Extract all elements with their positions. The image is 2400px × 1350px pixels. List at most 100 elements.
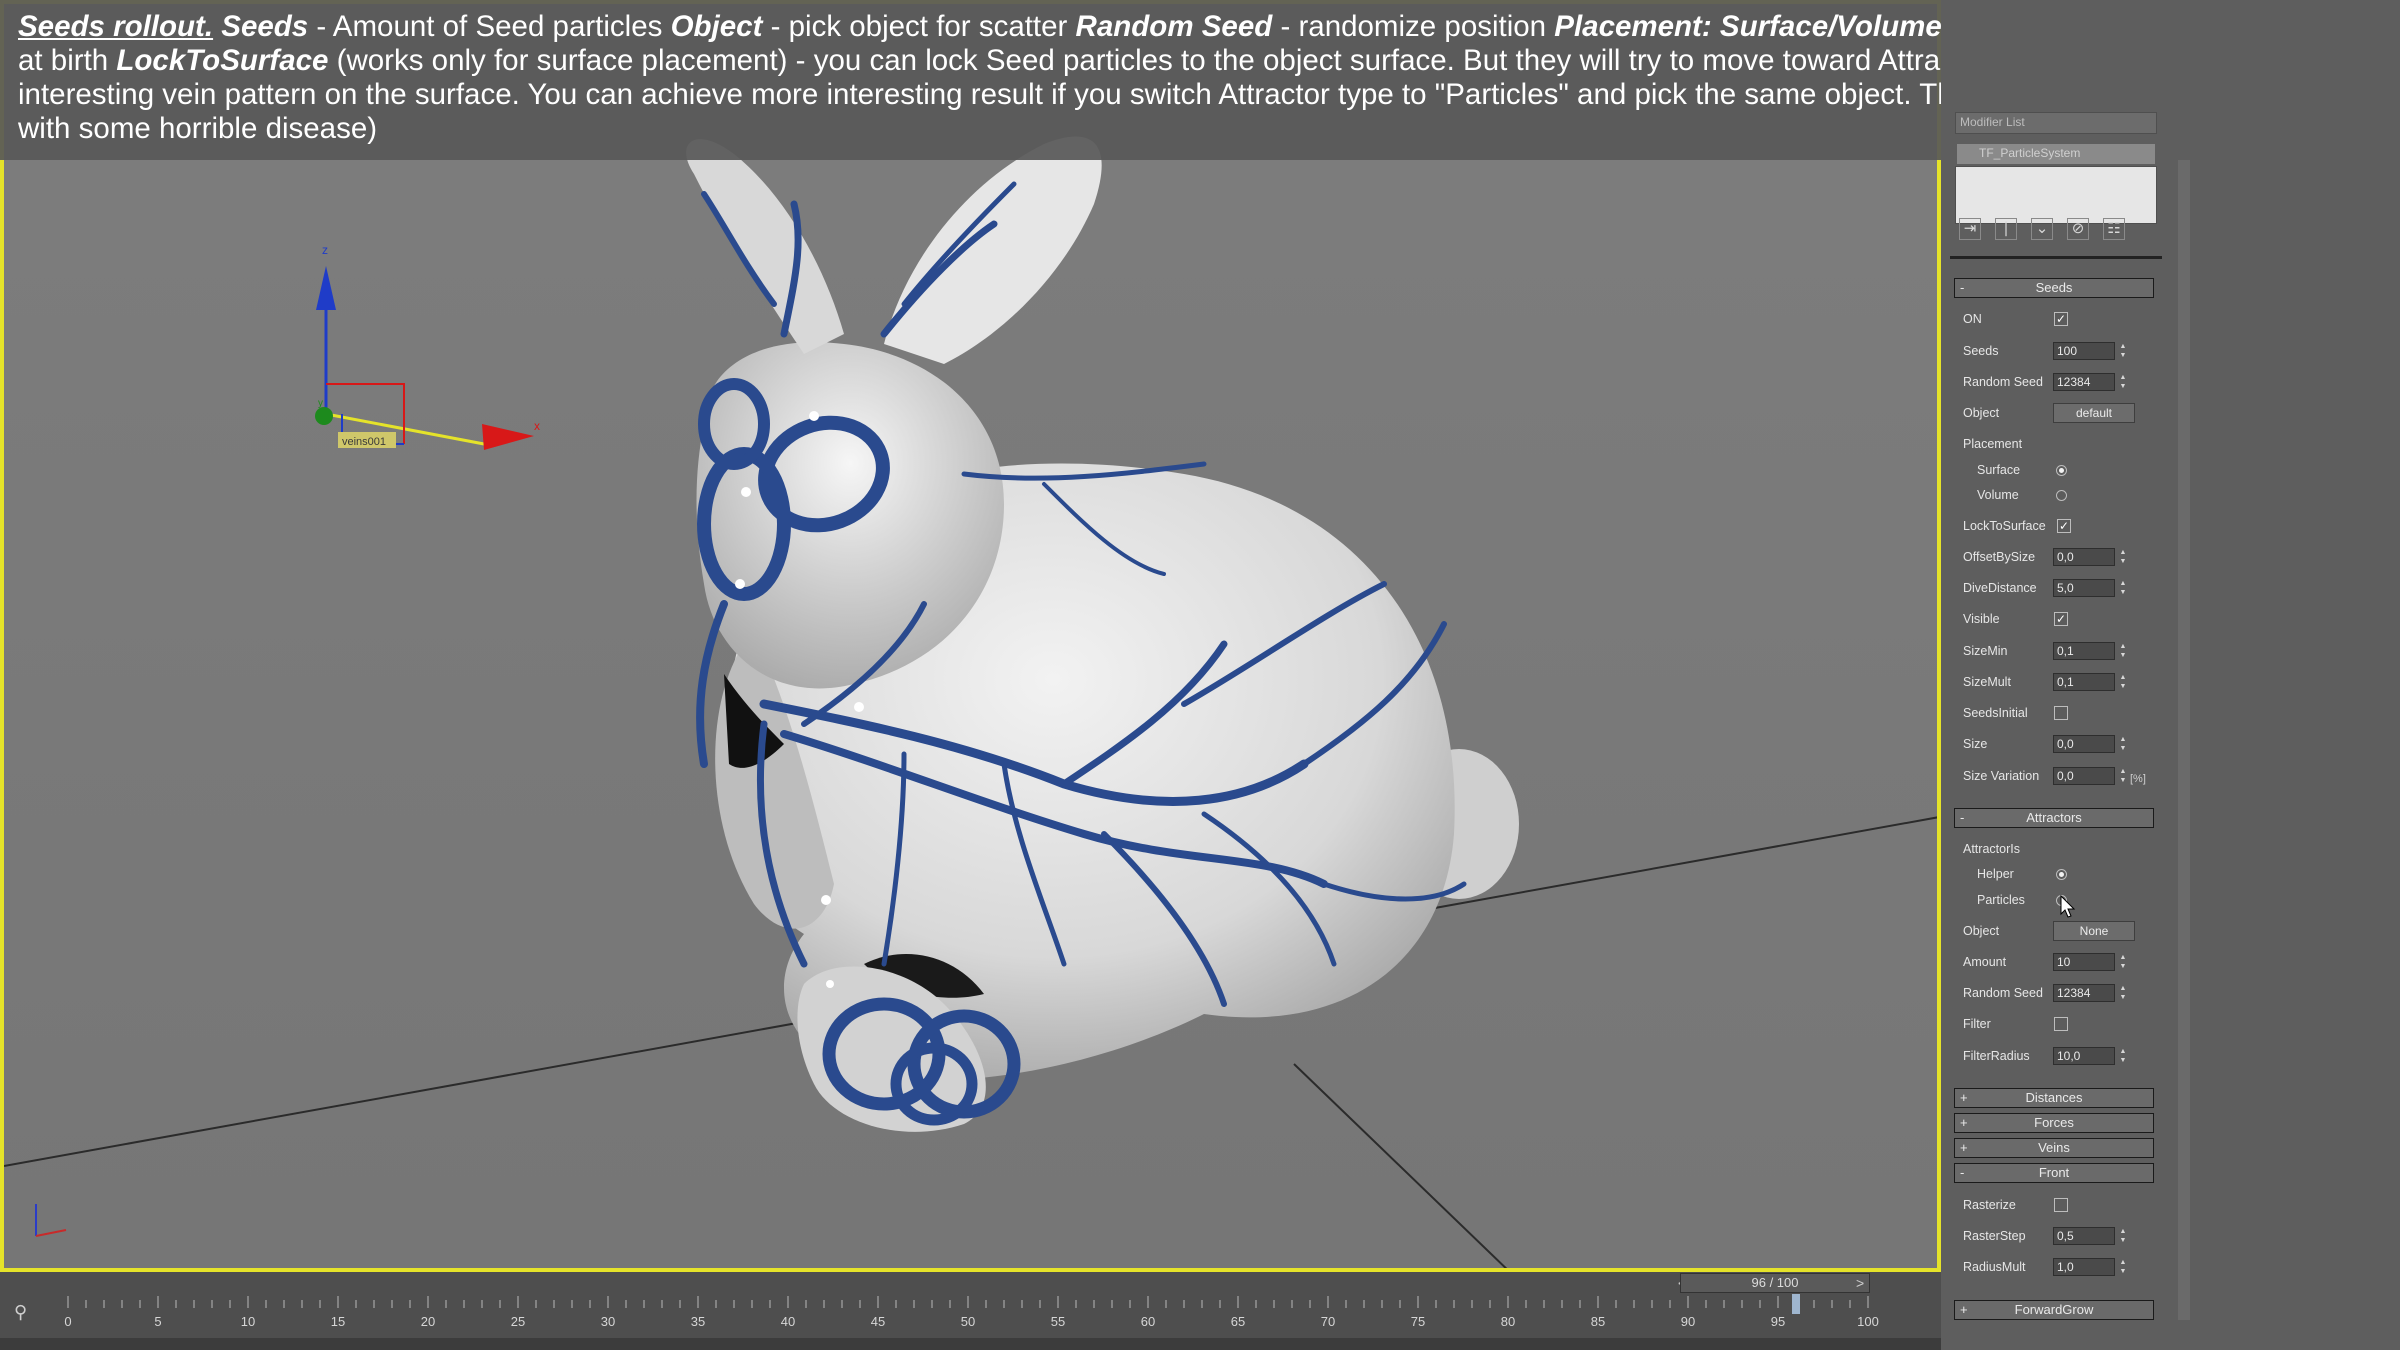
modifier-stack-item[interactable]: TF_ParticleSystem [1957,144,2155,164]
rollout-forces-header[interactable]: + Forces [1954,1113,2154,1133]
ruler-tick-label: 65 [1231,1314,1245,1329]
seeds-surface-row: Surface [1963,459,2163,481]
spinner-arrows-icon[interactable]: ▲ ▼ [2118,673,2128,691]
rollout-forwardgrow-header[interactable]: + ForwardGrow [1954,1300,2154,1320]
rollout-distances-header[interactable]: + Distances [1954,1088,2154,1108]
attractor-filter-checkbox[interactable] [2054,1017,2068,1031]
ruler-tick-label: 15 [331,1314,345,1329]
front-rasterstep-input[interactable]: 0,5 [2053,1227,2115,1245]
current-frame-marker[interactable] [1792,1294,1800,1314]
rollout-front-header[interactable]: - Front [1954,1163,2154,1183]
seeds-visible-checkbox[interactable]: ✓ [2054,612,2068,626]
perspective-viewport[interactable]: veins001 z x y [0,0,1941,1272]
seeds-on-checkbox[interactable]: ✓ [2054,312,2068,326]
configure-sets-icon[interactable]: ☷ [2103,218,2125,240]
attractor-random-seed-row: Random Seed 12384 ▲ ▼ [1963,982,2163,1004]
attractor-random-seed-input[interactable]: 12384 [2053,984,2115,1002]
timeline-ruler[interactable]: 0 5 10 15 20 25 30 35 40 45 50 55 60 65 70 75 80 85 90 95 10… [40,1294,1910,1334]
show-end-result-icon[interactable]: ∣ [1995,218,2017,240]
attractor-filter-row: Filter [1963,1013,2163,1035]
spinner-arrows-icon[interactable]: ▲ ▼ [2118,767,2128,785]
bunny-mesh [686,136,1519,1132]
seeds-surface-radio[interactable] [2056,465,2067,476]
rollout-veins-header[interactable]: + Veins [1954,1138,2154,1158]
seeds-lock-label: LockToSurface [1963,519,2046,533]
caption-rollout-title: Seeds rollout. [18,10,214,43]
stack-divider [1950,256,2162,259]
spinner-arrows-icon[interactable]: ▲ ▼ [2118,342,2128,360]
collapse-icon: - [1960,810,1965,825]
ruler-tick-label: 80 [1501,1314,1515,1329]
seeds-size-input[interactable]: 0,0 [2053,735,2115,753]
seeds-sizemult-input[interactable]: 0,1 [2053,673,2115,691]
spinner-arrows-icon[interactable]: ▲ ▼ [2118,373,2128,391]
front-radiusmult-row: RadiusMult 1,0 ▲ ▼ [1963,1256,2163,1278]
spinner-arrows-icon[interactable]: ▲ ▼ [2118,984,2128,1002]
mini-curve-editor-icon[interactable]: ⚲ [14,1302,36,1324]
seeds-dive-input[interactable]: 5,0 [2053,579,2115,597]
attractor-helper-row: Helper [1963,863,2163,885]
spinner-arrows-icon[interactable]: ▲ ▼ [2118,1047,2128,1065]
rollout-forwardgrow-title: ForwardGrow [2014,1302,2094,1317]
seeds-offset-input[interactable]: 0,0 [2053,548,2115,566]
seeds-volume-row: Volume [1963,484,2163,506]
remove-modifier-icon[interactable]: ⊘ [2067,218,2089,240]
attractor-filterradius-input[interactable]: 10,0 [2053,1047,2115,1065]
rollout-veins-title: Veins [2038,1140,2070,1155]
modifier-list-dropdown[interactable]: Modifier List [1955,112,2157,134]
rollout-attractors-header[interactable]: - Attractors [1954,808,2154,828]
seeds-lock-row: LockToSurface ✓ [1963,515,2163,537]
seeds-count-input[interactable]: 100 [2053,342,2115,360]
next-frame-icon[interactable]: > [1856,1275,1864,1291]
attractor-amount-input[interactable]: 10 [2053,953,2115,971]
time-slider[interactable]: 96 / 100 [1680,1273,1870,1293]
attractor-helper-radio[interactable] [2056,869,2067,880]
attractor-object-pick-button[interactable]: None [2053,921,2135,941]
ruler-tick-label: 60 [1141,1314,1155,1329]
rollout-seeds-title: Seeds [2035,280,2073,295]
spinner-arrows-icon[interactable]: ▲ ▼ [2118,579,2128,597]
front-radiusmult-input[interactable]: 1,0 [2053,1258,2115,1276]
gizmo-label: veins001 [342,436,386,448]
pin-stack-icon[interactable]: ⇥ [1959,218,1981,240]
seeds-count-row: Seeds 100 ▲ ▼ [1963,340,2163,362]
seeds-sizemin-input[interactable]: 0,1 [2053,642,2115,660]
ruler-tick-label: 75 [1411,1314,1425,1329]
ruler-tick-label: 95 [1771,1314,1785,1329]
attractor-particles-label: Particles [1977,893,2025,907]
time-slider-label: 96 / 100 [1751,1275,1799,1290]
rollout-seeds-header[interactable]: - Seeds [1954,278,2154,298]
spinner-arrows-icon[interactable]: ▲ ▼ [2118,735,2128,753]
seeds-surface-label: Surface [1977,463,2021,477]
seeds-initial-checkbox[interactable] [2054,706,2068,720]
spinner-arrows-icon[interactable]: ▲ ▼ [2118,953,2128,971]
rollout-front-title: Front [2038,1165,2070,1180]
attractor-filter-label: Filter [1963,1017,1991,1031]
front-rasterize-checkbox[interactable] [2054,1198,2068,1212]
spinner-arrows-icon[interactable]: ▲ ▼ [2118,548,2128,566]
seeds-object-pick-button[interactable]: default [2053,403,2135,423]
seeds-object-label: Object [1963,406,2000,420]
seeds-sizevar-label: Size Variation [1963,769,2040,783]
panel-scrollbar[interactable] [2178,160,2190,1320]
ruler-tick-label: 55 [1051,1314,1065,1329]
attractor-particles-row: Particles [1963,889,2163,918]
spinner-arrows-icon[interactable]: ▲ ▼ [2118,1227,2128,1245]
ruler-tick-label: 10 [241,1314,255,1329]
rollout-attractors-title: Attractors [2026,810,2082,825]
seeds-sizevar-input[interactable]: 0,0 [2053,767,2115,785]
make-unique-icon[interactable]: ⌄ [2031,218,2053,240]
attractor-object-label: Object [1963,924,2000,938]
seeds-sizemin-label: SizeMin [1963,644,2008,658]
spinner-arrows-icon[interactable]: ▲ ▼ [2118,1258,2128,1276]
ruler-tick-label: 40 [781,1314,795,1329]
seeds-lock-checkbox[interactable]: ✓ [2057,519,2071,533]
seeds-volume-radio[interactable] [2056,490,2067,501]
rollout-forces-title: Forces [2034,1115,2074,1130]
collapse-icon: - [1960,280,1965,295]
spinner-arrows-icon[interactable]: ▲ ▼ [2118,642,2128,660]
caption-lock-term: LockToSurface [116,44,329,77]
ruler-tick-label: 20 [421,1314,435,1329]
seeds-random-seed-input[interactable]: 12384 [2053,373,2115,391]
modifier-stack-box [1955,166,2157,224]
